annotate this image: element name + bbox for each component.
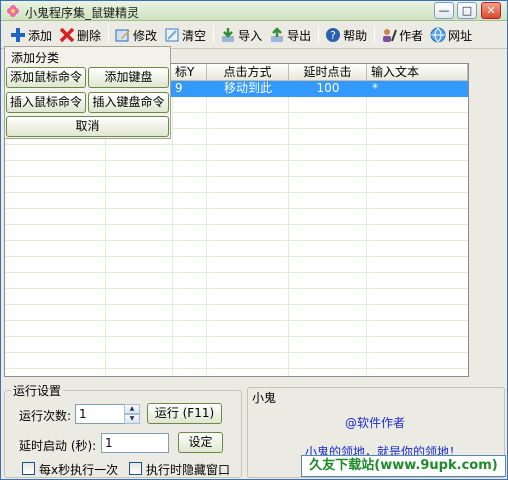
toolbar-add-label: 添加 <box>28 28 53 43</box>
toolbar-export-label: 导出 <box>287 28 312 43</box>
toolbar: 添加 删除 修改 清空 导入 导出 ? 帮助 作者 网址 <box>1 22 507 49</box>
cell-text: * <box>372 81 378 95</box>
watermark-banner: 久友下载站(www.9upk.com) <box>301 455 506 477</box>
delete-x-icon <box>59 27 75 43</box>
toolbar-export-button[interactable]: 导出 <box>266 24 315 46</box>
delay-start-input[interactable] <box>101 433 169 453</box>
toolbar-help-label: 帮助 <box>343 28 368 43</box>
toolbar-author-label: 作者 <box>399 28 424 43</box>
app-window: 小鬼程序集_鼠键精灵 — □ ✕ 添加 删除 修改 清空 导入 导出 ? 帮助 … <box>0 0 508 480</box>
insert-keyboard-command-button[interactable]: 插入键盘命令 <box>88 92 169 113</box>
toolbar-clear-label: 清空 <box>182 28 207 43</box>
close-button[interactable]: ✕ <box>481 2 501 19</box>
toolbar-import-button[interactable]: 导入 <box>217 24 266 46</box>
cell-click-mode: 移动到此 <box>223 81 272 95</box>
cell-delay: 100 <box>316 81 340 95</box>
spin-down-icon[interactable]: ▼ <box>124 414 140 424</box>
run-count-input[interactable] <box>75 404 125 424</box>
toolbar-clear-button[interactable]: 清空 <box>161 24 210 46</box>
run-button[interactable]: 运行 (F11) <box>147 403 222 424</box>
delay-start-label: 延时启动 (秒): <box>19 439 97 453</box>
toolbar-delete-label: 删除 <box>77 28 102 43</box>
hide-window-checkbox[interactable] <box>129 462 142 475</box>
run-settings-legend: 运行设置 <box>11 382 64 399</box>
column-header-click-mode[interactable]: 点击方式 <box>207 64 289 81</box>
window-title: 小鬼程序集_鼠键精灵 <box>25 6 140 20</box>
info-group-title: 小鬼 <box>250 389 279 406</box>
toolbar-separator <box>213 26 215 44</box>
export-icon <box>271 27 284 42</box>
toolbar-help-button[interactable]: ? 帮助 <box>322 24 371 46</box>
plus-icon <box>11 28 25 42</box>
cell-y: 9 <box>175 81 183 95</box>
edit-icon <box>115 29 131 42</box>
minimize-button[interactable]: — <box>434 2 454 19</box>
toolbar-edit-button[interactable]: 修改 <box>112 24 161 46</box>
toolbar-add-button[interactable]: 添加 <box>7 24 56 46</box>
column-header-delay[interactable]: 延时点击 <box>289 64 367 81</box>
run-count-label: 运行次数: <box>19 409 72 423</box>
globe-icon <box>430 27 446 43</box>
toolbar-separator <box>318 26 320 44</box>
author-credit-text: @软件作者 <box>345 416 406 430</box>
set-button[interactable]: 设定 <box>178 432 223 453</box>
popup-title: 添加分类 <box>11 51 60 65</box>
help-icon: ? <box>326 28 341 42</box>
import-icon <box>222 28 235 42</box>
add-keyboard-button[interactable]: 添加键盘 <box>88 67 169 88</box>
svg-text:?: ? <box>330 29 336 42</box>
column-header-text[interactable]: 输入文本 <box>367 64 468 81</box>
toolbar-import-label: 导入 <box>238 28 263 43</box>
every-x-seconds-checkbox[interactable] <box>22 462 35 475</box>
toolbar-author-button[interactable]: 作者 <box>378 24 427 46</box>
toolbar-edit-label: 修改 <box>133 28 158 43</box>
cancel-button[interactable]: 取消 <box>6 116 169 137</box>
hide-window-label: 执行时隐藏窗口 <box>146 463 231 477</box>
toolbar-delete-button[interactable]: 删除 <box>56 24 105 46</box>
column-header-y[interactable]: 标Y <box>172 64 207 81</box>
every-x-seconds-label: 每x秒执行一次 <box>39 463 119 477</box>
spin-up-icon[interactable]: ▲ <box>124 404 140 414</box>
author-icon <box>383 29 398 42</box>
run-count-spinner[interactable]: ▲ ▼ <box>124 404 140 424</box>
title-bar: 小鬼程序集_鼠键精灵 — □ ✕ <box>1 1 507 21</box>
toolbar-website-button[interactable]: 网址 <box>427 24 476 46</box>
toolbar-separator <box>374 26 376 44</box>
app-flower-icon <box>7 5 19 17</box>
insert-mouse-command-button[interactable]: 插入鼠标命令 <box>6 92 86 113</box>
toolbar-website-label: 网址 <box>448 28 473 43</box>
toolbar-separator <box>108 26 110 44</box>
clear-icon <box>165 28 179 42</box>
maximize-button[interactable]: □ <box>457 2 477 19</box>
add-category-popup: 添加分类 添加鼠标命令 添加键盘 插入鼠标命令 插入键盘命令 取消 <box>4 46 171 139</box>
add-mouse-command-button[interactable]: 添加鼠标命令 <box>6 67 86 88</box>
